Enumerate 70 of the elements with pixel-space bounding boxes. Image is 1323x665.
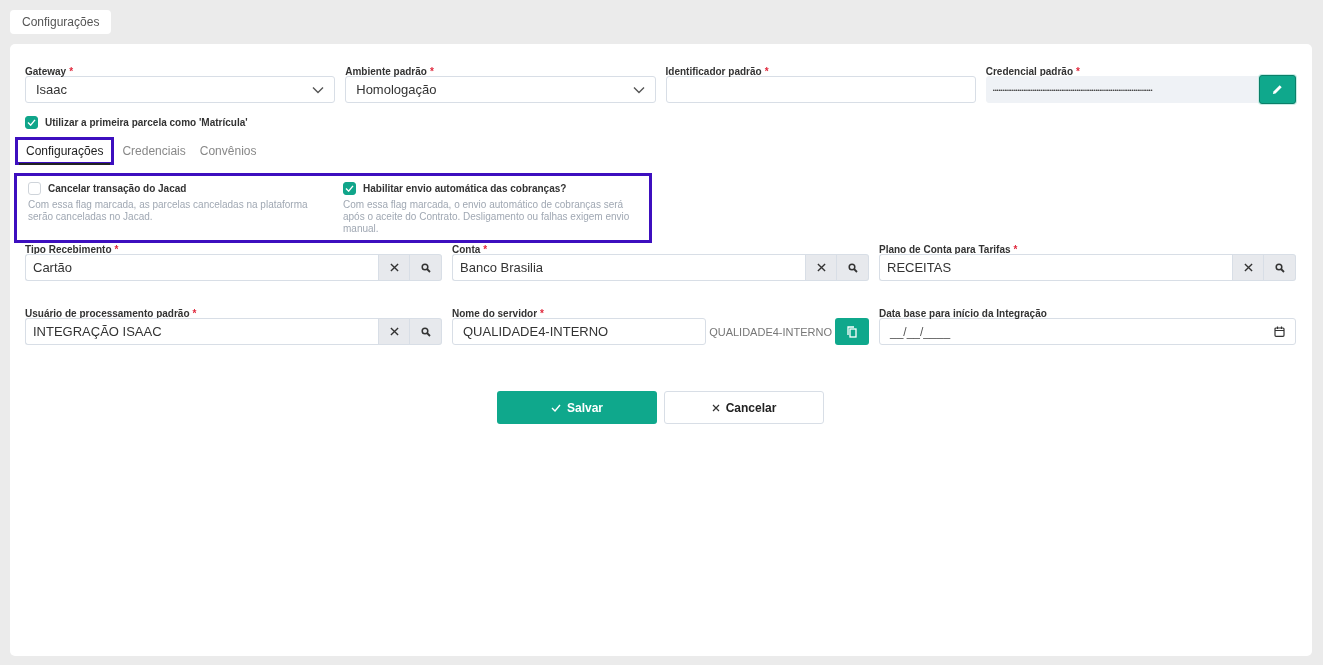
- field-value: QUALIDADE4-INTERNO: [463, 324, 609, 339]
- clear-icon: [816, 263, 826, 272]
- field-label: Identificador padrão: [665, 66, 762, 79]
- chevron-down-icon: [312, 85, 325, 94]
- checkbox-label: Cancelar transação do Jacad: [48, 183, 187, 194]
- lookup-field[interactable]: Banco Brasilia: [452, 254, 805, 281]
- option-description: Com essa flag marcada, o envio automático de cobranças será após o aceite do Contrato. Desligamento ou falhas exigem envio manual.: [343, 199, 631, 235]
- checkbox-label: Habilitar envio automática das cobranças?: [363, 183, 567, 194]
- copy-icon: [847, 325, 857, 338]
- required-mark: *: [540, 308, 544, 321]
- required-mark: *: [429, 66, 434, 79]
- tab[interactable]: Credenciais: [120, 141, 188, 161]
- field-label: Nome do servidor: [452, 308, 538, 321]
- tab[interactable]: Convênios: [197, 141, 259, 161]
- required-mark: *: [1013, 244, 1018, 257]
- field-value: Homologação: [356, 82, 437, 97]
- search-icon: [420, 326, 431, 337]
- field-label: Gateway: [25, 66, 67, 79]
- option-description: Com essa flag marcada, as parcelas canceladas na plataforma serão canceladas no Jacad.: [28, 199, 309, 223]
- select-field[interactable]: Homologação: [345, 76, 656, 103]
- field-value: RECEITAS: [887, 260, 952, 275]
- select-field[interactable]: Isaac: [25, 76, 336, 103]
- search-icon: [1274, 262, 1285, 273]
- field-value: Cartão: [33, 260, 73, 275]
- search-icon: [847, 262, 858, 273]
- field-label: Ambiente padrão: [345, 66, 427, 79]
- field-value: Isaac: [36, 82, 68, 97]
- chevron-down-icon: [632, 85, 645, 94]
- checkbox[interactable]: [28, 182, 41, 195]
- close-icon: [711, 403, 720, 412]
- edit-button[interactable]: [1259, 75, 1296, 104]
- field-label: Credencial padrão: [985, 66, 1073, 79]
- check-icon: [551, 403, 561, 412]
- required-mark: *: [764, 66, 769, 79]
- cancel-button[interactable]: Cancelar: [664, 391, 824, 424]
- checkbox[interactable]: [25, 116, 38, 129]
- lookup-field[interactable]: INTEGRAÇÃO ISAAC: [25, 318, 378, 345]
- server-name: QUALIDADE4-INTERNO: [708, 325, 833, 338]
- field-label: Data base para início da Integração: [879, 308, 1047, 321]
- search-button[interactable]: [410, 254, 442, 281]
- field-label: Plano de Conta para Tarifas: [879, 244, 1011, 257]
- page-tab[interactable]: Configurações: [10, 10, 112, 34]
- field-value: Banco Brasilia: [460, 260, 544, 275]
- lookup-field[interactable]: RECEITAS: [879, 254, 1232, 281]
- field-label: Conta: [452, 244, 481, 257]
- input-field[interactable]: QUALIDADE4-INTERNO: [452, 318, 707, 345]
- input-field[interactable]: [665, 76, 976, 103]
- required-mark: *: [69, 66, 74, 79]
- search-button[interactable]: [410, 318, 442, 345]
- required-mark: *: [1076, 66, 1080, 79]
- copy-button[interactable]: [835, 318, 869, 345]
- calendar-icon: [1274, 326, 1285, 337]
- clear-icon: [389, 263, 399, 272]
- date-field[interactable]: __/__/____: [879, 318, 1296, 345]
- field-label: Tipo Recebimento: [25, 244, 112, 257]
- clear-icon: [1243, 263, 1253, 272]
- field-value: INTEGRAÇÃO ISAAC: [33, 324, 162, 339]
- required-mark: *: [114, 244, 119, 257]
- date-placeholder: __/__/____: [890, 324, 951, 339]
- lookup-field[interactable]: Cartão: [25, 254, 378, 281]
- search-button[interactable]: [837, 254, 869, 281]
- field-label: Usuário de processamento padrão: [25, 308, 190, 321]
- required-mark: *: [192, 308, 197, 321]
- required-mark: *: [483, 244, 488, 257]
- checkbox-label: Utilizar a primeira parcela como 'Matrícula': [45, 117, 248, 128]
- pencil-icon: [1272, 84, 1283, 95]
- clear-icon: [389, 327, 399, 336]
- search-button[interactable]: [1264, 254, 1296, 281]
- checkbox[interactable]: [343, 182, 356, 195]
- search-icon: [420, 262, 431, 273]
